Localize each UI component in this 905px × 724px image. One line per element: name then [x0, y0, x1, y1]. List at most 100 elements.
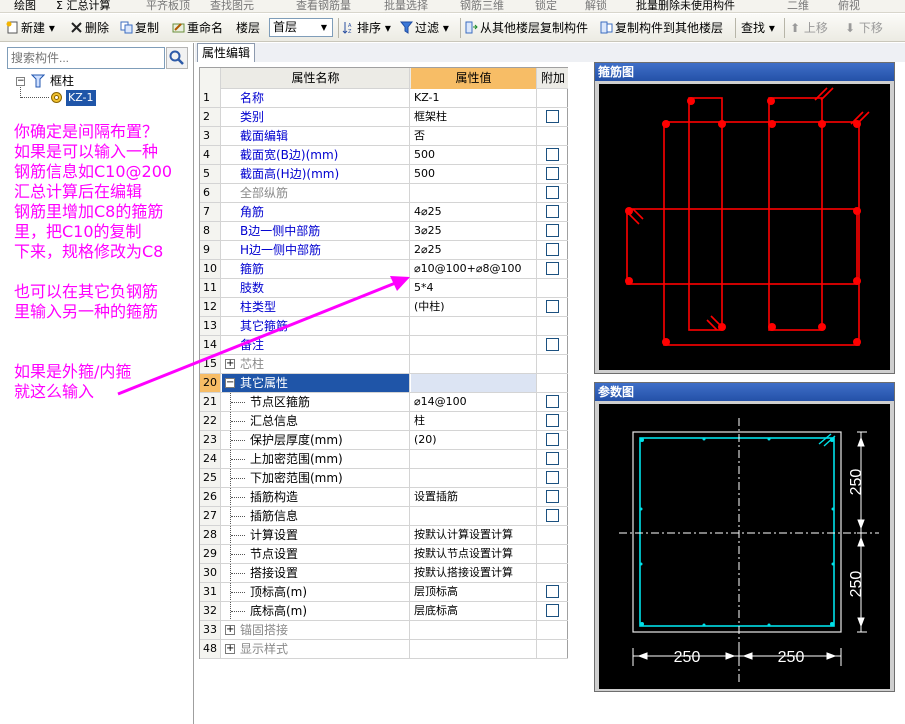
menu-find-element[interactable]: 查找图元 — [210, 0, 254, 12]
table-row[interactable]: 14 备注 — [200, 336, 568, 355]
property-value[interactable]: ⌀14@100 — [411, 393, 537, 411]
menu-top-view[interactable]: 俯视 — [838, 0, 860, 12]
tree-item-kz1[interactable]: KZ-1 — [66, 90, 96, 106]
extra-checkbox[interactable] — [546, 110, 559, 123]
extra-checkbox[interactable] — [546, 395, 559, 408]
property-name[interactable]: + 锚固搭接 — [222, 621, 410, 639]
sort-button[interactable]: A Z 排序 ▾ — [342, 19, 391, 37]
find-button[interactable]: 查找 ▾ — [741, 19, 775, 37]
copy-from-floor-button[interactable]: 从其他楼层复制构件 — [465, 19, 588, 37]
property-name[interactable]: 节点设置 — [222, 545, 410, 563]
menu-draw[interactable]: 绘图 — [14, 0, 36, 12]
property-name[interactable]: 上加密范围(mm) — [222, 450, 410, 468]
expand-icon[interactable]: + — [225, 625, 235, 635]
property-name[interactable]: 插筋构造 — [222, 488, 410, 506]
filter-button[interactable]: 过滤 ▾ — [400, 19, 449, 37]
table-row[interactable]: 48 + 显示样式 — [200, 640, 568, 659]
new-button[interactable]: 新建 ▾ — [6, 19, 55, 37]
copy-to-floor-button[interactable]: 复制构件到其他楼层 — [600, 19, 723, 37]
menu-rebar-3d[interactable]: 钢筋三维 — [460, 0, 504, 12]
property-name[interactable]: 肢数 — [222, 279, 410, 297]
property-name[interactable]: 其它箍筋 — [222, 317, 410, 335]
header-value[interactable]: 属性值 — [411, 68, 537, 89]
table-row[interactable]: 7 角筋 4⌀25 — [200, 203, 568, 222]
property-name[interactable]: − 其它属性 — [222, 374, 410, 392]
property-value[interactable] — [411, 374, 537, 392]
table-row[interactable]: 30 搭接设置 按默认搭接设置计算 — [200, 564, 568, 583]
extra-checkbox[interactable] — [546, 186, 559, 199]
property-value[interactable] — [411, 184, 537, 202]
table-row[interactable]: 21 节点区箍筋 ⌀14@100 — [200, 393, 568, 412]
extra-checkbox[interactable] — [546, 490, 559, 503]
header-extra[interactable]: 附加 — [538, 68, 568, 89]
property-name[interactable]: H边一侧中部筋 — [222, 241, 410, 259]
delete-button[interactable]: 删除 — [70, 19, 109, 37]
table-row[interactable]: 25 下加密范围(mm) — [200, 469, 568, 488]
rename-button[interactable]: 重命名 — [172, 19, 223, 37]
property-name[interactable]: 底标高(m) — [222, 602, 410, 620]
table-row[interactable]: 31 顶标高(m) 层顶标高 — [200, 583, 568, 602]
table-row[interactable]: 13 其它箍筋 — [200, 317, 568, 336]
property-value[interactable]: 层底标高 — [411, 602, 537, 620]
property-name[interactable]: + 显示样式 — [222, 640, 410, 658]
move-up-button[interactable]: ⬆ 上移 — [790, 19, 828, 37]
property-value[interactable]: 500 — [411, 146, 537, 164]
property-value[interactable]: 5*4 — [411, 279, 537, 297]
table-row[interactable]: 12 柱类型 (中柱) — [200, 298, 568, 317]
extra-checkbox[interactable] — [546, 338, 559, 351]
table-row[interactable]: 23 保护层厚度(mm) (20) — [200, 431, 568, 450]
table-row[interactable]: 28 计算设置 按默认计算设置计算 — [200, 526, 568, 545]
property-name[interactable]: 柱类型 — [222, 298, 410, 316]
property-value[interactable] — [411, 336, 537, 354]
property-value[interactable]: 柱 — [411, 412, 537, 430]
property-name[interactable]: 名称 — [222, 89, 410, 107]
menu-2d[interactable]: 二维 — [787, 0, 809, 12]
extra-checkbox[interactable] — [546, 224, 559, 237]
extra-checkbox[interactable] — [546, 414, 559, 427]
extra-checkbox[interactable] — [546, 300, 559, 313]
property-value[interactable]: 2⌀25 — [411, 241, 537, 259]
property-value[interactable]: 按默认计算设置计算 — [411, 526, 537, 544]
menu-batch-delete[interactable]: 批量删除未使用构件 — [636, 0, 735, 12]
table-row[interactable]: 1 名称 KZ-1 — [200, 89, 568, 108]
extra-checkbox[interactable] — [546, 262, 559, 275]
property-value[interactable] — [411, 450, 537, 468]
tree-root-label[interactable]: 框柱 — [50, 73, 74, 89]
property-name[interactable]: 备注 — [222, 336, 410, 354]
table-row[interactable]: 4 截面宽(B边)(mm) 500 — [200, 146, 568, 165]
extra-checkbox[interactable] — [546, 585, 559, 598]
property-value[interactable]: 按默认搭接设置计算 — [411, 564, 537, 582]
property-value[interactable]: (中柱) — [411, 298, 537, 316]
property-value[interactable]: 框架柱 — [411, 108, 537, 126]
extra-checkbox[interactable] — [546, 509, 559, 522]
property-name[interactable]: + 芯柱 — [222, 355, 410, 373]
menu-batch-select[interactable]: 批量选择 — [384, 0, 428, 12]
property-value[interactable]: 500 — [411, 165, 537, 183]
table-row[interactable]: 5 截面高(H边)(mm) 500 — [200, 165, 568, 184]
property-name[interactable]: 节点区箍筋 — [222, 393, 410, 411]
property-name[interactable]: 保护层厚度(mm) — [222, 431, 410, 449]
table-row[interactable]: 9 H边一侧中部筋 2⌀25 — [200, 241, 568, 260]
menu-align-top[interactable]: 平齐板顶 — [146, 0, 190, 12]
property-name[interactable]: 截面高(H边)(mm) — [222, 165, 410, 183]
property-value[interactable] — [411, 640, 537, 658]
property-name[interactable]: 类别 — [222, 108, 410, 126]
property-name[interactable]: 插筋信息 — [222, 507, 410, 525]
header-name[interactable]: 属性名称 — [222, 68, 410, 89]
menu-summary-calc[interactable]: Σ 汇总计算 — [56, 0, 110, 12]
property-name[interactable]: B边一侧中部筋 — [222, 222, 410, 240]
extra-checkbox[interactable] — [546, 604, 559, 617]
property-value[interactable] — [411, 507, 537, 525]
property-name[interactable]: 全部纵筋 — [222, 184, 410, 202]
search-input[interactable] — [7, 47, 165, 69]
expand-icon[interactable]: + — [225, 359, 235, 369]
property-value[interactable]: ⌀10@100+⌀8@100 — [411, 260, 537, 278]
table-row[interactable]: 20− 其它属性 — [200, 374, 568, 393]
property-value[interactable]: KZ-1 — [411, 89, 537, 107]
table-row[interactable]: 26 插筋构造 设置插筋 — [200, 488, 568, 507]
extra-checkbox[interactable] — [546, 452, 559, 465]
property-name[interactable]: 角筋 — [222, 203, 410, 221]
property-value[interactable]: (20) — [411, 431, 537, 449]
property-value[interactable] — [411, 317, 537, 335]
property-value[interactable]: 否 — [411, 127, 537, 145]
